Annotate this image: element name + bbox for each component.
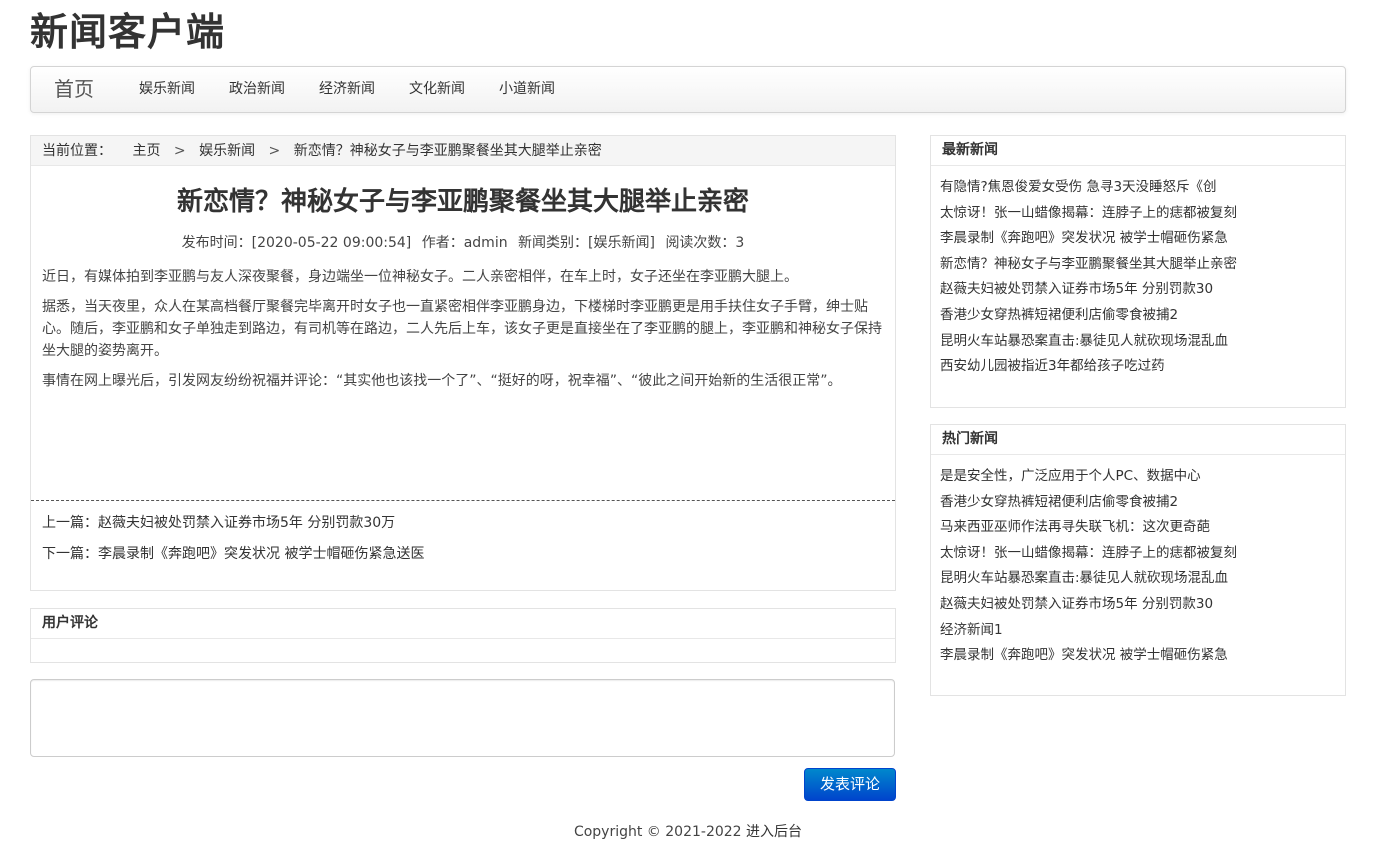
nav-home-link[interactable]: 首页 — [54, 67, 94, 112]
latest-news-item[interactable]: 赵薇夫妇被处罚禁入证券市场5年 分别罚款30 — [940, 277, 1340, 303]
hot-news-item[interactable]: 赵薇夫妇被处罚禁入证券市场5年 分别罚款30 — [940, 592, 1340, 618]
latest-news-item[interactable]: 太惊讶！张一山蜡像揭幕：连脖子上的痣都被复刻 — [940, 201, 1340, 227]
article-author: 作者：admin — [421, 235, 508, 251]
article-paragraph: 事情在网上曝光后，引发网友纷纷祝福并评论：“其实他也该找一个了”、“挺好的呀，祝… — [42, 373, 842, 389]
article-view-count: 阅读次数：3 — [665, 235, 745, 251]
article-meta: 发布时间：[2020-05-22 09:00:54] 作者：admin 新闻类别… — [31, 233, 895, 253]
latest-news-item[interactable]: 新恋情？神秘女子与李亚鹏聚餐坐其大腿举止亲密 — [940, 252, 1340, 278]
nav-item-entertainment[interactable]: 娱乐新闻 — [123, 67, 211, 112]
hot-news-item[interactable]: 经济新闻1 — [940, 618, 1340, 644]
breadcrumb-label: 当前位置： — [42, 143, 112, 159]
article-paragraph: 据悉，当天夜里，众人在某高档餐厅聚餐完毕离开时女子也一直紧密相伴李亚鹏身边，下楼… — [42, 299, 882, 359]
article-divider — [31, 500, 895, 501]
breadcrumb-current: 新恋情？神秘女子与李亚鹏聚餐坐其大腿举止亲密 — [293, 143, 602, 159]
comment-textarea[interactable] — [30, 679, 895, 757]
hot-news-item[interactable]: 李晨录制《奔跑吧》突发状况 被学士帽砸伤紧急 — [940, 643, 1340, 669]
hot-news-item[interactable]: 太惊讶！张一山蜡像揭幕：连脖子上的痣都被复刻 — [940, 541, 1340, 567]
latest-news-item[interactable]: 有隐情?焦恩俊爱女受伤 急寻3天没睡怒斥《创 — [940, 175, 1340, 201]
footer: Copyright © 2021-2022 进入后台 — [0, 822, 1376, 842]
hot-news-item[interactable]: 是是安全性，广泛应用于个人PC、数据中心 — [940, 464, 1340, 490]
article-body: 近日，有媒体拍到李亚鹏与友人深夜聚餐，身边端坐一位神秘女子。二人亲密相伴，在车上… — [31, 266, 895, 392]
hot-news-item[interactable]: 昆明火车站暴恐案直击:暴徒见人就砍现场混乱血 — [940, 566, 1340, 592]
nav-item-culture[interactable]: 文化新闻 — [393, 67, 481, 112]
latest-news-panel: 最新新闻 有隐情?焦恩俊爱女受伤 急寻3天没睡怒斥《创 太惊讶！张一山蜡像揭幕：… — [930, 135, 1346, 408]
admin-link[interactable]: 进入后台 — [746, 824, 802, 840]
nav-item-gossip[interactable]: 小道新闻 — [483, 67, 571, 112]
prev-next-links: 上一篇：赵薇夫妇被处罚禁入证券市场5年 分别罚款30万 下一篇：李晨录制《奔跑吧… — [42, 513, 424, 575]
hot-news-item[interactable]: 香港少女穿热裤短裙便利店偷零食被捕2 — [940, 490, 1340, 516]
latest-news-list: 有隐情?焦恩俊爱女受伤 急寻3天没睡怒斥《创 太惊讶！张一山蜡像揭幕：连脖子上的… — [931, 166, 1345, 380]
latest-news-item[interactable]: 西安幼儿园被指近3年都给孩子吃过药 — [940, 354, 1340, 380]
nav-menu: 娱乐新闻 政治新闻 经济新闻 文化新闻 小道新闻 — [123, 67, 573, 112]
hot-news-heading: 热门新闻 — [931, 425, 1345, 455]
breadcrumb-home-link[interactable]: 主页 — [132, 143, 160, 159]
submit-comment-button[interactable]: 发表评论 — [804, 768, 896, 801]
top-navbar: 首页 娱乐新闻 政治新闻 经济新闻 文化新闻 小道新闻 — [30, 66, 1346, 113]
article-panel: 当前位置： 主页 > 娱乐新闻 > 新恋情？神秘女子与李亚鹏聚餐坐其大腿举止亲密… — [30, 135, 896, 591]
footer-copyright: Copyright © 2021-2022 — [573, 824, 742, 840]
latest-news-item[interactable]: 昆明火车站暴恐案直击:暴徒见人就砍现场混乱血 — [940, 329, 1340, 355]
latest-news-item[interactable]: 香港少女穿热裤短裙便利店偷零食被捕2 — [940, 303, 1340, 329]
latest-news-heading: 最新新闻 — [931, 136, 1345, 166]
breadcrumb-separator: > — [173, 143, 186, 159]
nav-item-economy[interactable]: 经济新闻 — [303, 67, 391, 112]
latest-news-item[interactable]: 李晨录制《奔跑吧》突发状况 被学士帽砸伤紧急 — [940, 226, 1340, 252]
comments-heading: 用户评论 — [31, 609, 895, 639]
site-title: 新闻客户端 — [30, 10, 226, 54]
user-comments-panel: 用户评论 — [30, 608, 896, 663]
article-title: 新恋情？神秘女子与李亚鹏聚餐坐其大腿举止亲密 — [176, 187, 749, 217]
breadcrumb-separator: > — [268, 143, 281, 159]
article-category: 新闻类别：[娱乐新闻] — [518, 235, 655, 251]
breadcrumb: 当前位置： 主页 > 娱乐新闻 > 新恋情？神秘女子与李亚鹏聚餐坐其大腿举止亲密 — [31, 136, 895, 166]
article-paragraph: 近日，有媒体拍到李亚鹏与友人深夜聚餐，身边端坐一位神秘女子。二人亲密相伴，在车上… — [42, 269, 798, 285]
prev-article-link[interactable]: 上一篇：赵薇夫妇被处罚禁入证券市场5年 分别罚款30万 — [42, 515, 395, 531]
next-article-link[interactable]: 下一篇：李晨录制《奔跑吧》突发状况 被学士帽砸伤紧急送医 — [42, 546, 424, 562]
hot-news-list: 是是安全性，广泛应用于个人PC、数据中心 香港少女穿热裤短裙便利店偷零食被捕2 … — [931, 455, 1345, 669]
article-publish-time: 发布时间：[2020-05-22 09:00:54] — [181, 235, 412, 251]
hot-news-panel: 热门新闻 是是安全性，广泛应用于个人PC、数据中心 香港少女穿热裤短裙便利店偷零… — [930, 424, 1346, 696]
hot-news-item[interactable]: 马来西亚巫师作法再寻失联飞机：这次更奇葩 — [940, 515, 1340, 541]
nav-item-politics[interactable]: 政治新闻 — [213, 67, 301, 112]
breadcrumb-category-link[interactable]: 娱乐新闻 — [199, 143, 255, 159]
